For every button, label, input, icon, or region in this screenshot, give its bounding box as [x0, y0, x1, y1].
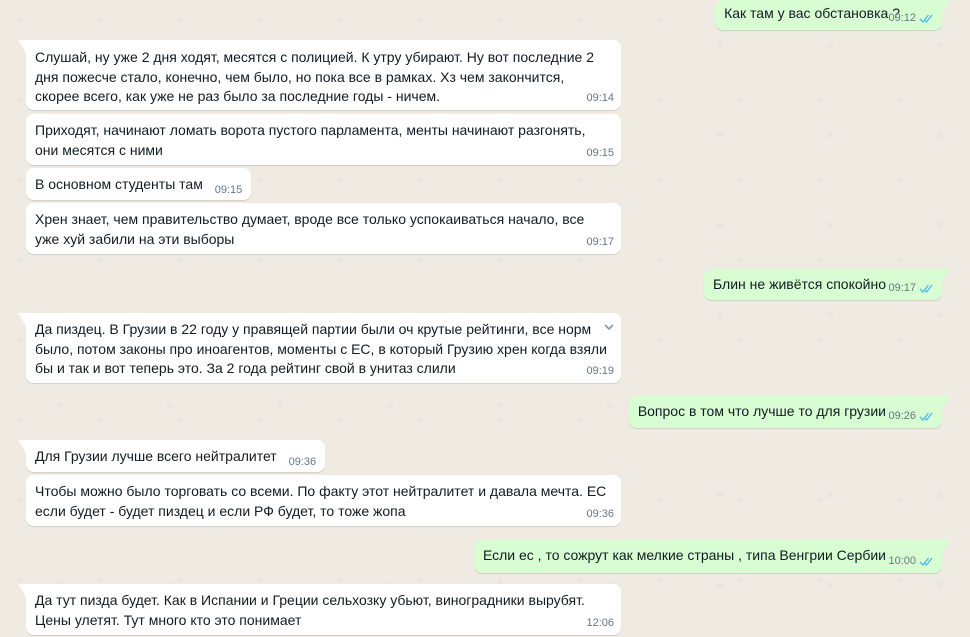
message-time: 09:36	[586, 508, 614, 520]
message-time: 09:26	[888, 410, 916, 422]
message-time: 09:15	[214, 184, 243, 196]
message-bubble-incoming[interactable]: Для Грузии лучше всего нейтралитет 09:36	[17, 440, 326, 472]
double-check-icon	[919, 412, 933, 422]
message-meta: 10:00	[888, 554, 935, 569]
message-meta: 09:12	[888, 11, 935, 26]
message-time: 09:14	[586, 92, 614, 104]
message-text: Да пиздец. В Грузии в 22 году у правящей…	[35, 321, 607, 376]
message-time: 12:06	[586, 617, 614, 629]
message-time: 09:12	[888, 12, 916, 24]
message-bubble-incoming[interactable]: Да пиздец. В Грузии в 22 году у правящей…	[18, 313, 621, 383]
message-text: Если ес , то сожрут как мелкие страны , …	[482, 547, 886, 563]
message-bubble-outgoing[interactable]: Вопрос в том что лучше то для грузии 09:…	[628, 396, 951, 428]
message-text: Приходят, начинают ломать ворота пустого…	[35, 122, 586, 158]
double-check-icon	[919, 557, 933, 567]
message-meta: 09:19	[586, 364, 614, 379]
message-time: 10:00	[888, 555, 916, 567]
message-text: Для Грузии лучше всего нейтралитет	[35, 448, 277, 464]
message-meta: 09:26	[888, 409, 935, 424]
message-bubble-incoming[interactable]: Приходят, начинают ломать ворота пустого…	[26, 114, 621, 165]
message-bubble-incoming[interactable]: Да тут пизда будет. Как в Испании и Грец…	[18, 584, 621, 635]
message-text: Как там у вас обстановка ?	[724, 5, 900, 21]
message-bubble-incoming[interactable]: Хрен знает, чем правительство думает, вр…	[26, 203, 621, 254]
chat-panel[interactable]: Как там у вас обстановка ? 09:12 Слушай,…	[0, 0, 970, 637]
message-text: Чтобы можно было торговать со всеми. По …	[35, 483, 607, 519]
message-meta: 09:36	[586, 507, 614, 522]
message-text: В основном студенты там	[35, 176, 203, 192]
message-bubble-incoming[interactable]: В основном студенты там 09:15	[26, 168, 252, 200]
message-text: Блин не живётся спокойно	[713, 276, 886, 292]
message-meta: 12:06	[586, 616, 614, 631]
message-time: 09:17	[586, 236, 614, 248]
message-meta: 09:17	[888, 281, 935, 296]
message-bubble-incoming[interactable]: Слушай, ну уже 2 дня ходят, месятся с по…	[18, 40, 621, 110]
message-time: 09:15	[586, 147, 614, 159]
double-check-icon	[919, 14, 933, 24]
message-time: 09:36	[288, 456, 317, 468]
message-meta: 09:14	[586, 91, 614, 106]
message-time: 09:17	[888, 282, 916, 294]
message-text: Да тут пизда будет. Как в Испании и Грец…	[35, 592, 585, 628]
chevron-down-icon[interactable]	[601, 319, 617, 335]
message-meta: 09:17	[586, 235, 614, 250]
message-bubble-outgoing[interactable]: Если ес , то сожрут как мелкие страны , …	[473, 540, 951, 573]
message-text: Хрен знает, чем правительство думает, вр…	[35, 211, 585, 247]
message-meta: 09:15	[586, 146, 614, 161]
message-bubble-outgoing[interactable]: Блин не живётся спокойно 09:17	[704, 269, 950, 300]
double-check-icon	[919, 284, 933, 294]
message-bubble-outgoing[interactable]: Как там у вас обстановка ? 09:12	[715, 0, 950, 30]
message-text: Вопрос в том что лучше то для грузии	[637, 403, 886, 419]
message-text: Слушай, ну уже 2 дня ходят, месятся с по…	[35, 49, 594, 104]
message-bubble-incoming[interactable]: Чтобы можно было торговать со всеми. По …	[26, 475, 621, 526]
message-time: 09:19	[586, 365, 614, 377]
